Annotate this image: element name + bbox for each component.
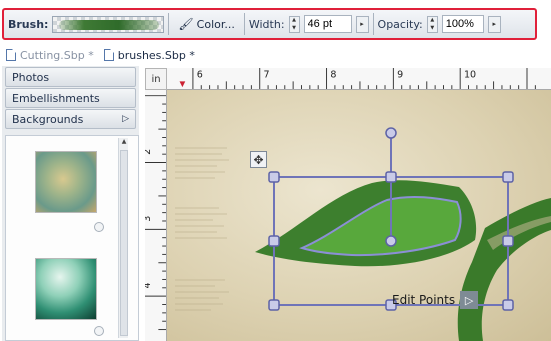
width-spinner[interactable]: ▲ ▼ bbox=[288, 15, 300, 33]
scroll-up-arrow-icon[interactable]: ▲ bbox=[119, 138, 129, 148]
toolbar-separator bbox=[372, 13, 374, 35]
expand-arrow-icon[interactable]: ▷ bbox=[122, 114, 129, 124]
move-handle-icon[interactable]: ✥ bbox=[250, 151, 267, 168]
tab-label: Cutting.Sbp * bbox=[20, 48, 94, 62]
ruler-label: 2 bbox=[145, 149, 153, 155]
background-thumbnail[interactable] bbox=[35, 151, 97, 213]
background-thumbnail[interactable] bbox=[35, 258, 97, 320]
thumbnail-select-dot[interactable] bbox=[94, 326, 104, 336]
document-icon bbox=[103, 49, 114, 61]
scrollbar-thumb[interactable] bbox=[120, 150, 128, 336]
brush-label: Brush: bbox=[8, 17, 49, 31]
width-label: Width: bbox=[248, 17, 285, 31]
vertical-ruler: 2 3 4 bbox=[145, 90, 167, 341]
opacity-input[interactable] bbox=[441, 15, 484, 33]
panel-scrollbar[interactable]: ▲ bbox=[118, 138, 128, 338]
ruler-label: 7 bbox=[264, 70, 270, 81]
opacity-spinner[interactable]: ▲ ▼ bbox=[426, 15, 438, 33]
width-dropdown-button[interactable]: ▸ bbox=[355, 15, 369, 33]
ruler-label: 10 bbox=[464, 70, 476, 81]
backgrounds-panel: ▲ bbox=[5, 135, 139, 341]
horizontal-ruler: 6 7 8 9 10 bbox=[167, 68, 551, 90]
tab-cutting[interactable]: Cutting.Sbp * bbox=[6, 49, 94, 62]
document-tabs: Cutting.Sbp * brushes.Sbp * bbox=[6, 46, 195, 64]
opacity-label: Opacity: bbox=[377, 17, 423, 31]
ruler-label: 4 bbox=[145, 282, 153, 288]
ruler-marker-icon bbox=[179, 81, 186, 88]
color-brush-icon: 🖌 bbox=[178, 17, 194, 31]
ruler-label: 3 bbox=[145, 216, 153, 222]
edit-points-label: Edit Points bbox=[392, 293, 456, 307]
design-canvas[interactable]: ✥ Edit Points ▷ bbox=[167, 90, 551, 341]
brush-preview[interactable] bbox=[52, 15, 165, 33]
sidebar-item-backgrounds[interactable]: Backgrounds ▷ bbox=[5, 109, 136, 129]
brush-stroke-preview bbox=[59, 19, 160, 30]
ruler-label: 6 bbox=[197, 70, 203, 81]
sidebar-item-photos[interactable]: Photos bbox=[5, 67, 136, 87]
opacity-dropdown-button[interactable]: ▸ bbox=[487, 15, 501, 33]
sidebar-item-label: Backgrounds bbox=[12, 112, 84, 126]
background-text-pattern bbox=[175, 147, 229, 311]
sidebar-item-label: Embellishments bbox=[12, 91, 100, 105]
color-button-label: Color... bbox=[196, 17, 235, 31]
tab-brushes[interactable]: brushes.Sbp * bbox=[103, 48, 195, 62]
rotation-handle bbox=[385, 127, 397, 139]
ruler-unit[interactable]: in bbox=[145, 68, 167, 90]
ruler-label: 9 bbox=[397, 70, 403, 81]
color-button[interactable]: 🖌 Color... bbox=[173, 13, 239, 35]
sidebar-item-label: Photos bbox=[12, 70, 50, 84]
width-input[interactable] bbox=[303, 15, 352, 33]
sidebar-item-embellishments[interactable]: Embellishments bbox=[5, 88, 136, 108]
cursor-arrow-icon: ▷ bbox=[460, 291, 479, 309]
toolbar-separator bbox=[168, 13, 170, 35]
sidebar: Photos Embellishments Backgrounds ▷ ▲ bbox=[2, 66, 139, 341]
edit-points-tooltip[interactable]: Edit Points ▷ bbox=[392, 291, 479, 309]
ruler-label: 8 bbox=[330, 70, 336, 81]
brush-toolbar: Brush: 🖌 Color... Width: ▲▼ ▸ Opacity: ▲… bbox=[2, 8, 537, 40]
center-point-handle bbox=[385, 235, 397, 247]
toolbar-separator bbox=[243, 13, 245, 35]
canvas-artwork bbox=[175, 127, 551, 341]
document-icon bbox=[6, 49, 16, 61]
tab-label: brushes.Sbp * bbox=[117, 48, 195, 62]
thumbnail-select-dot[interactable] bbox=[94, 222, 104, 232]
